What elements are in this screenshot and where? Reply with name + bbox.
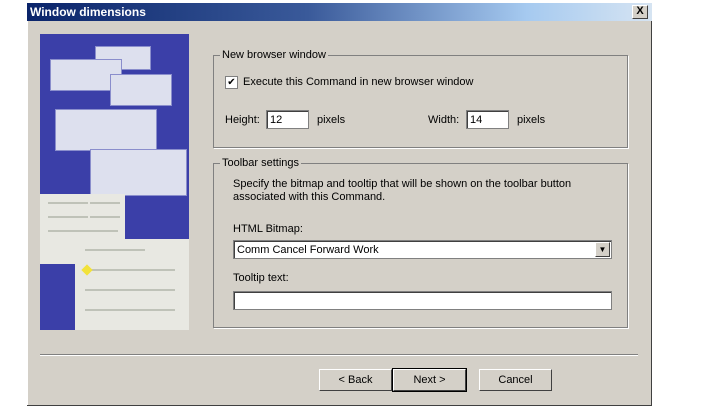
check-icon: ✔ (227, 77, 236, 88)
execute-new-window-label: Execute this Command in new browser wind… (243, 76, 474, 88)
height-unit-label: pixels (317, 114, 346, 126)
width-label: Width: (428, 114, 460, 126)
dialog-title: Window dimensions (30, 5, 146, 19)
chevron-down-icon[interactable]: ▼ (595, 242, 610, 257)
wizard-illustration (40, 34, 189, 330)
html-bitmap-selected-value: Comm Cancel Forward Work (237, 244, 379, 256)
tooltip-text-label: Tooltip text: (233, 272, 289, 284)
execute-new-window-checkbox[interactable]: ✔ (225, 76, 238, 89)
html-bitmap-label: HTML Bitmap: (233, 223, 303, 235)
toolbar-description-line1: Specify the bitmap and tooltip that will… (233, 178, 572, 190)
toolbar-settings-group: Toolbar settings Specify the bitmap and … (213, 157, 628, 328)
tooltip-text-input[interactable] (233, 291, 612, 310)
width-input[interactable] (466, 110, 509, 129)
back-button[interactable]: < Back (319, 369, 392, 391)
toolbar-description-line2: associated with this Command. (233, 191, 386, 203)
folder-shape (110, 74, 172, 106)
next-button[interactable]: Next > (392, 368, 467, 392)
cancel-button[interactable]: Cancel (479, 369, 552, 391)
width-unit-label: pixels (517, 114, 546, 126)
button-separator (40, 354, 638, 356)
browser-window-group-label: New browser window (220, 49, 328, 61)
toolbar-settings-group-label: Toolbar settings (220, 157, 302, 169)
height-input[interactable] (266, 110, 309, 129)
document-sheet (75, 239, 189, 330)
window-dimensions-dialog: Window dimensions X New browser window ✔… (27, 3, 652, 406)
folder-shape (90, 149, 187, 196)
title-bar[interactable]: Window dimensions X (27, 3, 652, 21)
browser-window-group: New browser window ✔ Execute this Comman… (213, 49, 628, 148)
close-button[interactable]: X (632, 5, 648, 19)
html-bitmap-select[interactable]: Comm Cancel Forward Work ▼ (233, 240, 612, 259)
folder-shape (55, 109, 157, 151)
height-label: Height: (225, 114, 260, 126)
